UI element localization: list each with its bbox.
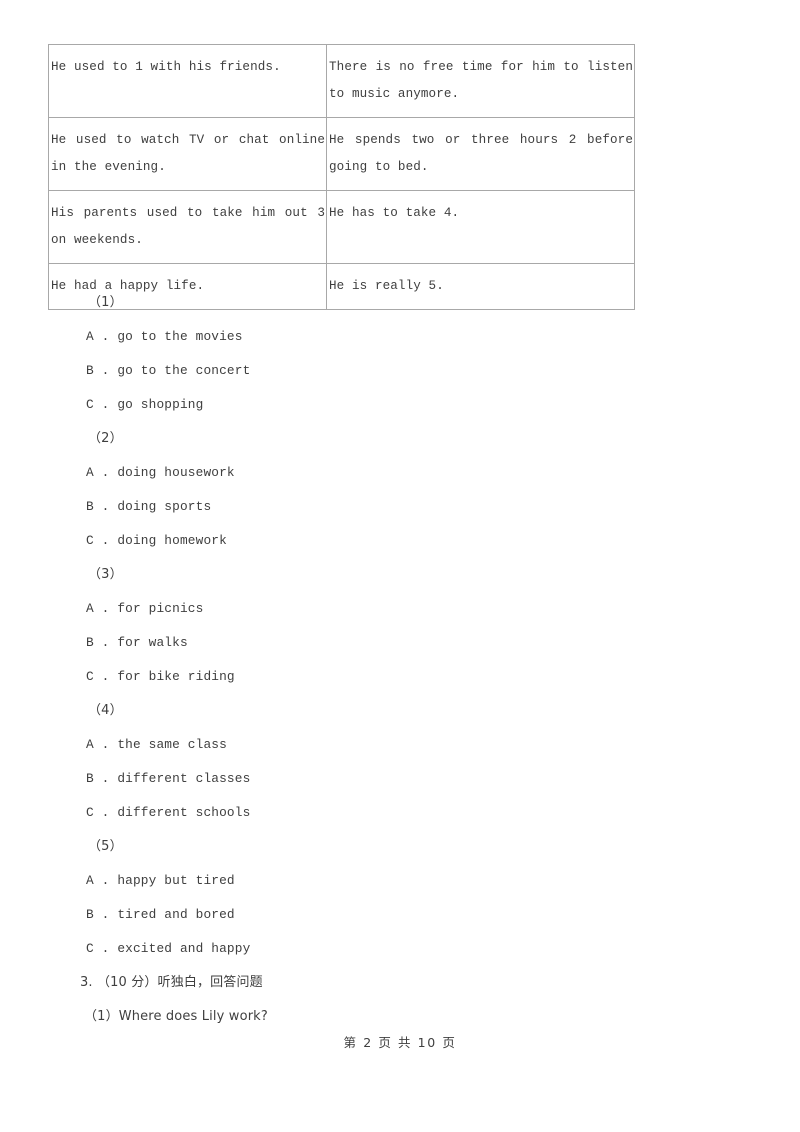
- cell-text: There is no free time for him to listen …: [329, 60, 633, 101]
- cell-text: He has to take 4.: [329, 206, 460, 220]
- table-cell-left: His parents used to take him out 3 on we…: [48, 190, 327, 264]
- cell-text: His parents used to take him out 3 on we…: [51, 206, 325, 247]
- question-number-5: （5）: [88, 839, 123, 854]
- option-3-b[interactable]: B . for walks: [0, 626, 800, 660]
- option-3-c[interactable]: C . for bike riding: [0, 660, 800, 694]
- option-1-a[interactable]: A . go to the movies: [0, 320, 800, 354]
- question-number-2: （2）: [88, 431, 123, 446]
- option-4-c[interactable]: C . different schools: [0, 796, 800, 830]
- question-number-4: （4）: [88, 703, 123, 718]
- table-row: He used to 1 with his friends. There is …: [48, 44, 635, 118]
- comparison-table: He used to 1 with his friends. There is …: [48, 44, 635, 310]
- option-2-a[interactable]: A . doing housework: [0, 456, 800, 490]
- document-page: He used to 1 with his friends. There is …: [0, 0, 800, 1132]
- section-heading-3: 3. （10 分）听独白，回答问题: [80, 975, 263, 990]
- option-4-a[interactable]: A . the same class: [0, 728, 800, 762]
- question-number-3: （3）: [88, 567, 123, 582]
- option-3-a[interactable]: A . for picnics: [0, 592, 800, 626]
- table-cell-left: He used to watch TV or chat online in th…: [48, 117, 327, 191]
- cell-text: He used to 1 with his friends.: [51, 60, 281, 74]
- question-number-1: （1）: [88, 295, 123, 310]
- table-cell-right: He has to take 4.: [326, 190, 635, 264]
- table-cell-right: There is no free time for him to listen …: [326, 44, 635, 118]
- option-2-b[interactable]: B . doing sports: [0, 490, 800, 524]
- option-5-b[interactable]: B . tired and bored: [0, 898, 800, 932]
- cell-text: He used to watch TV or chat online in th…: [51, 133, 325, 174]
- table-cell-right: He spends two or three hours 2 before go…: [326, 117, 635, 191]
- option-1-b[interactable]: B . go to the concert: [0, 354, 800, 388]
- option-5-c[interactable]: C . excited and happy: [0, 932, 800, 966]
- question-list: （1） A . go to the movies B . go to the c…: [0, 286, 800, 1034]
- table-row: His parents used to take him out 3 on we…: [48, 190, 635, 264]
- cell-text: He spends two or three hours 2 before go…: [329, 133, 633, 174]
- option-2-c[interactable]: C . doing homework: [0, 524, 800, 558]
- section-3-question-1: （1）Where does Lily work?: [84, 1009, 268, 1024]
- table-row: He used to watch TV or chat online in th…: [48, 117, 635, 191]
- page-footer: 第 2 页 共 10 页: [343, 1035, 457, 1050]
- option-5-a[interactable]: A . happy but tired: [0, 864, 800, 898]
- table-cell-left: He used to 1 with his friends.: [48, 44, 327, 118]
- option-4-b[interactable]: B . different classes: [0, 762, 800, 796]
- option-1-c[interactable]: C . go shopping: [0, 388, 800, 422]
